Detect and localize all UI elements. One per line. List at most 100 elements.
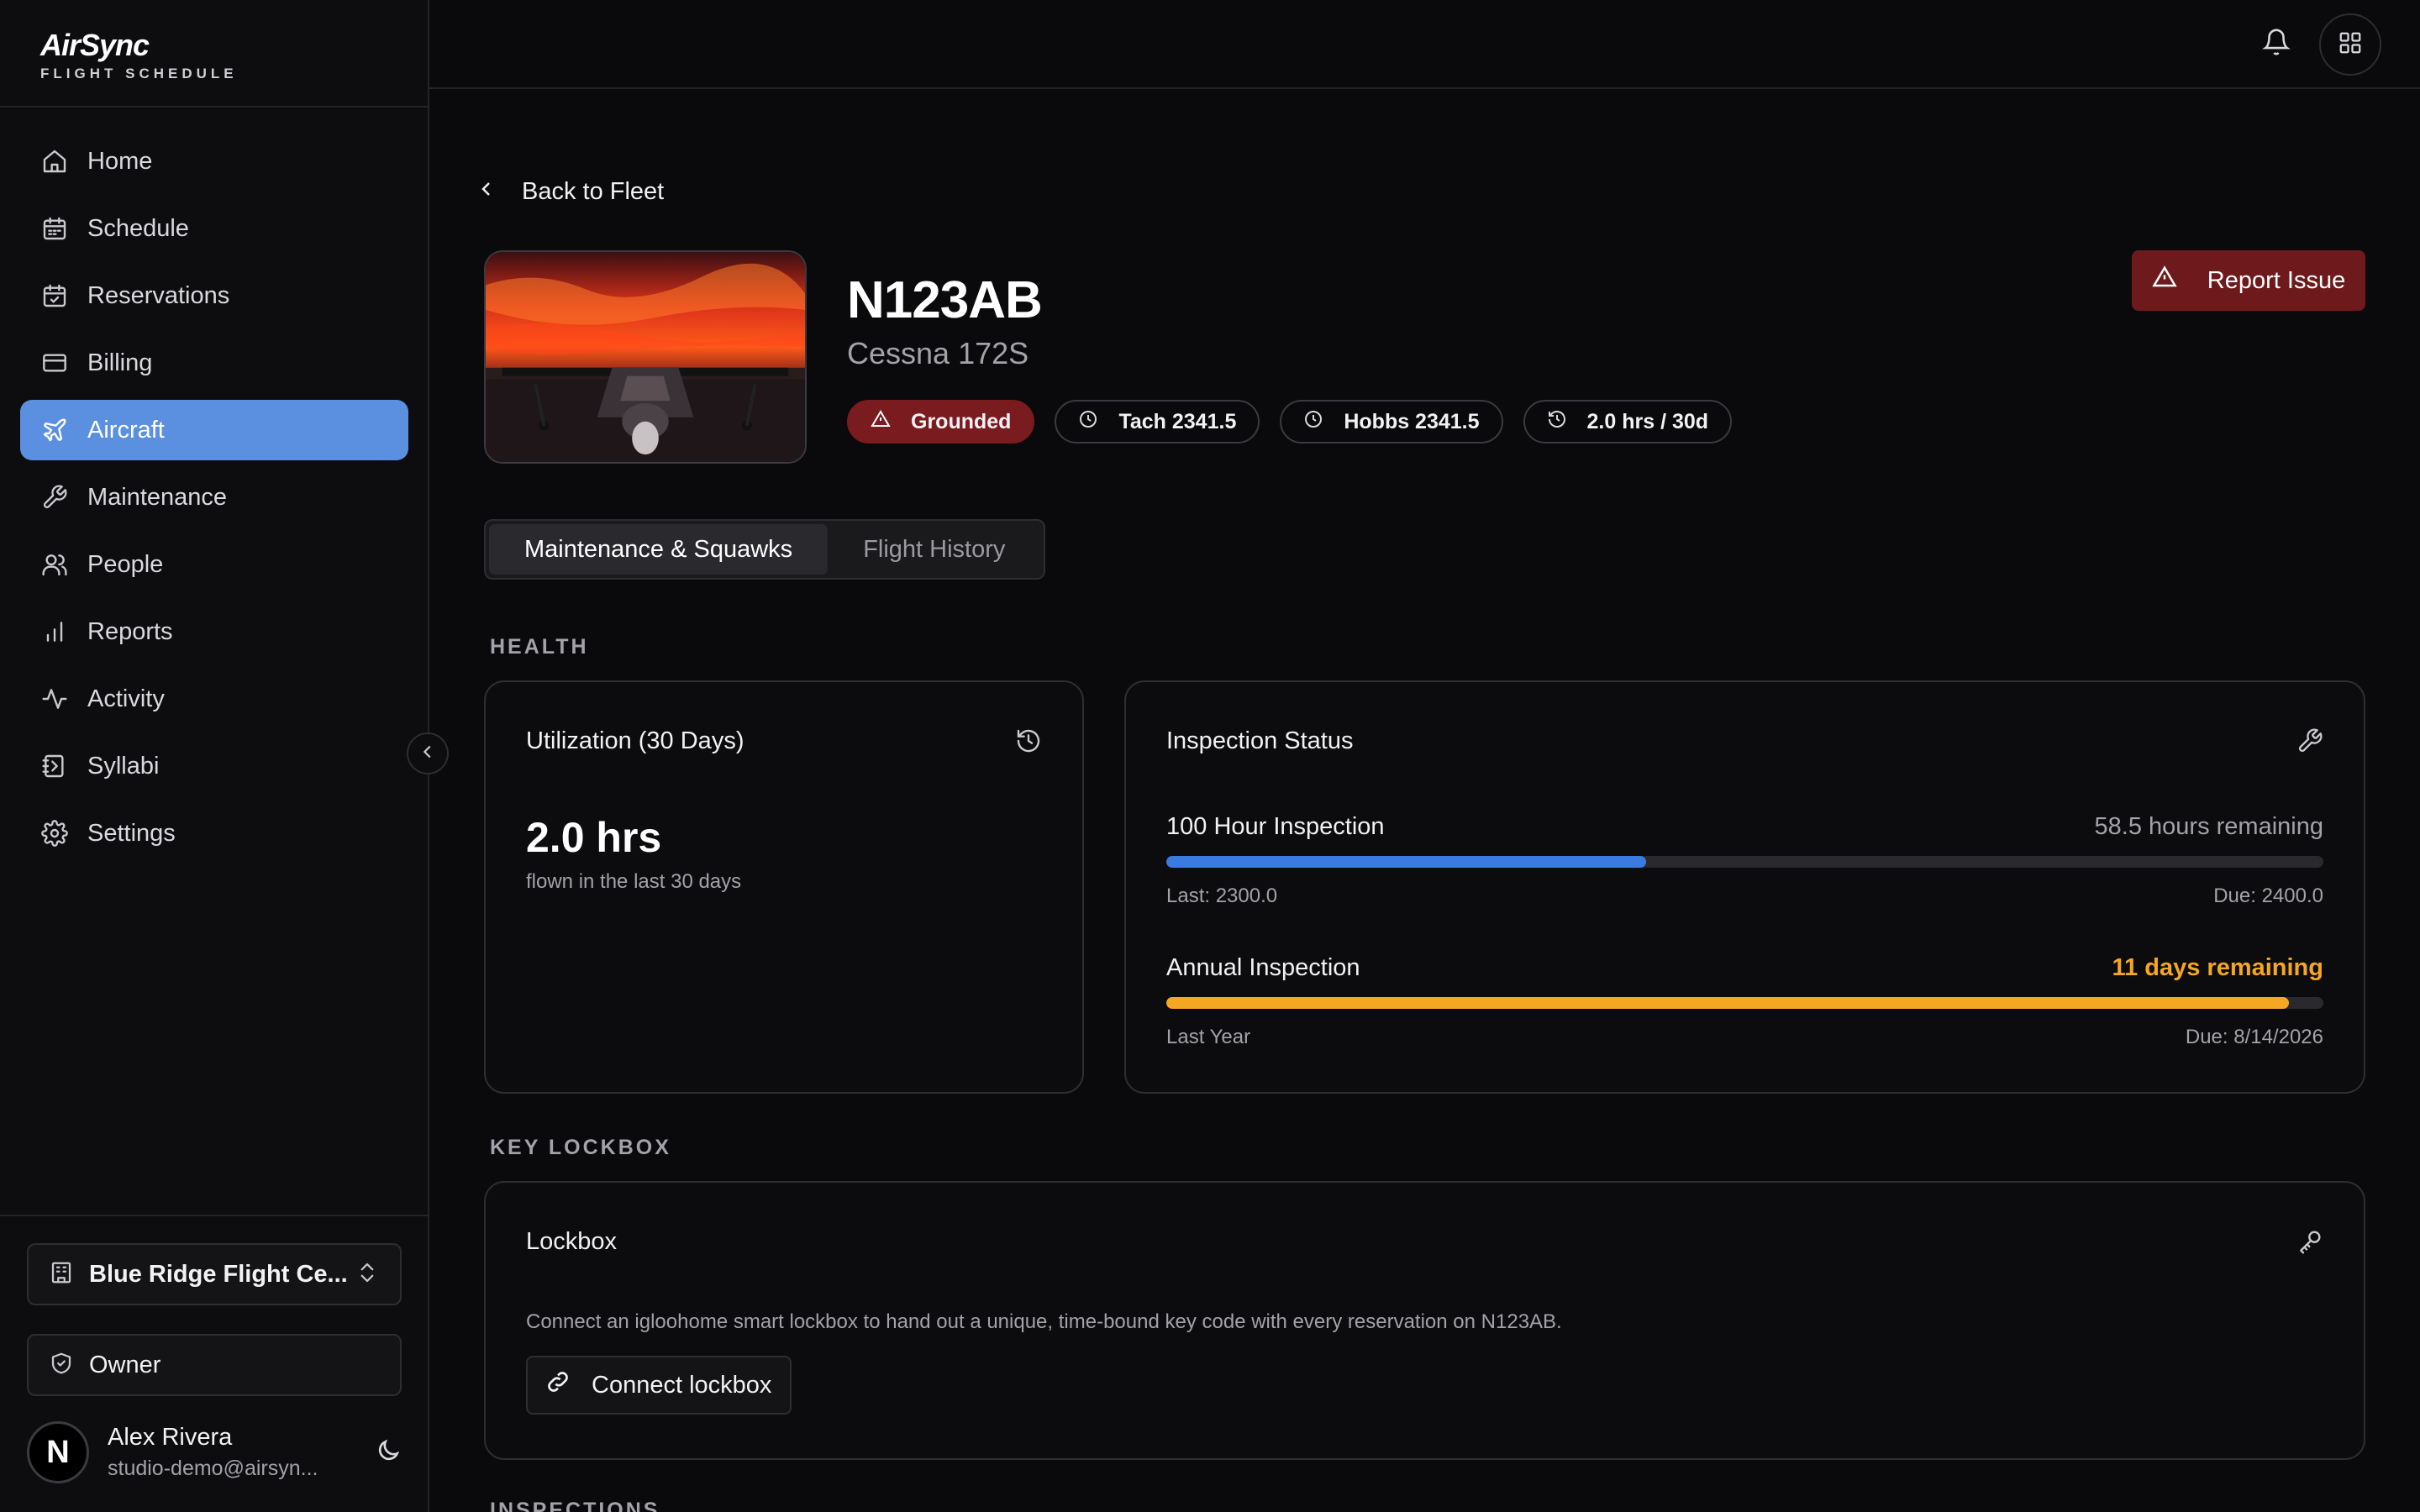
- sidebar: AirSync FLIGHT SCHEDULE Home Schedule Re…: [0, 0, 429, 1512]
- sidebar-divider: [0, 106, 428, 108]
- role-label: Owner: [89, 1351, 161, 1378]
- detail-tabs: Maintenance & Squawks Flight History: [484, 519, 1046, 580]
- notifications-button[interactable]: [2260, 27, 2293, 60]
- sidebar-item-label: Reports: [87, 617, 173, 645]
- aircraft-model: Cessna 172S: [847, 336, 1029, 370]
- report-issue-button[interactable]: Report Issue: [2132, 250, 2365, 311]
- calendar-check-icon: [40, 281, 69, 310]
- main-content: Back to Fleet N123AB Cessna 172S Grounde…: [429, 0, 2420, 1512]
- organization-name: Blue Ridge Flight Ce...: [89, 1260, 348, 1288]
- connect-lockbox-label: Connect lockbox: [592, 1371, 772, 1399]
- sidebar-bottom-divider: [0, 1215, 428, 1216]
- sidebar-item-label: Reservations: [87, 281, 230, 309]
- moon-icon[interactable]: [375, 1437, 402, 1468]
- grid-icon: [2338, 30, 2363, 60]
- sidebar-item-label: Maintenance: [87, 483, 228, 511]
- badge-label: Hobbs 2341.5: [1344, 409, 1480, 433]
- organization-switcher[interactable]: Blue Ridge Flight Ce...: [27, 1243, 402, 1305]
- inspection-progress-fill: [1166, 997, 2289, 1009]
- inspection-name: 100 Hour Inspection: [1166, 813, 1385, 840]
- sidebar-item-label: Billing: [87, 349, 153, 376]
- clock-icon: [1078, 409, 1118, 435]
- inspection-row-100-hour: 100 Hour Inspection 58.5 hours remaining…: [1166, 813, 2323, 908]
- section-lockbox-label: KEY LOCKBOX: [490, 1136, 671, 1159]
- utilization-title: Utilization (30 Days): [526, 727, 744, 754]
- user-profile[interactable]: N Alex Rivera studio-demo@airsyn...: [27, 1416, 402, 1488]
- sidebar-item-home[interactable]: Home: [20, 131, 408, 192]
- inspection-remaining: 11 days remaining: [2112, 954, 2323, 981]
- activity-icon: [40, 685, 69, 713]
- sidebar-item-people[interactable]: People: [20, 534, 408, 595]
- sidebar-item-activity[interactable]: Activity: [20, 669, 408, 729]
- sidebar-item-syllabi[interactable]: Syllabi: [20, 736, 408, 796]
- gear-icon: [40, 819, 69, 848]
- brand-logo[interactable]: AirSync FLIGHT SCHEDULE: [40, 30, 238, 82]
- home-icon: [40, 147, 69, 176]
- notebook-icon: [40, 752, 69, 780]
- badge-label: Tach 2341.5: [1118, 409, 1237, 433]
- key-icon: [2296, 1228, 2323, 1255]
- status-badge-grounded: Grounded: [847, 400, 1035, 444]
- alert-triangle-icon: [2152, 265, 2207, 297]
- inspection-status-title: Inspection Status: [1166, 727, 1354, 754]
- bell-icon: [2262, 28, 2291, 60]
- link-icon: [544, 1368, 592, 1402]
- app-grid-button[interactable]: [2319, 13, 2381, 76]
- sidebar-item-label: Schedule: [87, 214, 189, 242]
- inspection-progress-bar: [1166, 997, 2323, 1009]
- users-icon: [40, 550, 69, 579]
- plane-icon: [40, 416, 69, 444]
- sidebar-item-label: Home: [87, 147, 153, 175]
- inspection-due: Due: 8/14/2026: [2185, 1026, 2323, 1048]
- sidebar-item-billing[interactable]: Billing: [20, 333, 408, 393]
- chevron-left-icon: [418, 743, 437, 765]
- calendar-icon: [40, 214, 69, 243]
- tab-flight-history[interactable]: Flight History: [828, 524, 1040, 575]
- aircraft-tail-number: N123AB: [847, 271, 1043, 329]
- lockbox-title: Lockbox: [526, 1228, 618, 1255]
- brand-subtitle: FLIGHT SCHEDULE: [40, 66, 238, 81]
- sidebar-item-maintenance[interactable]: Maintenance: [20, 467, 408, 528]
- credit-card-icon: [40, 349, 69, 377]
- sidebar-item-reservations[interactable]: Reservations: [20, 265, 408, 326]
- sidebar-collapse-button[interactable]: [407, 732, 449, 774]
- report-issue-label: Report Issue: [2207, 266, 2346, 294]
- badge-label: Grounded: [911, 409, 1012, 433]
- history-icon: [1547, 409, 1587, 435]
- tab-maintenance-squawks[interactable]: Maintenance & Squawks: [489, 524, 829, 575]
- utilization-card: Utilization (30 Days) 2.0 hrs flown in t…: [484, 680, 1084, 1094]
- sidebar-item-label: Syllabi: [87, 752, 160, 780]
- wrench-icon: [40, 483, 69, 512]
- sidebar-item-settings[interactable]: Settings: [20, 803, 408, 864]
- inspection-last: Last: 2300.0: [1166, 885, 1278, 907]
- building-icon: [49, 1260, 74, 1289]
- sidebar-item-schedule[interactable]: Schedule: [20, 198, 408, 259]
- sidebar-item-reports[interactable]: Reports: [20, 601, 408, 662]
- utilization-badge: 2.0 hrs / 30d: [1523, 400, 1733, 444]
- badge-label: 2.0 hrs / 30d: [1586, 409, 1709, 433]
- clock-icon: [1303, 409, 1344, 435]
- inspection-status-card: Inspection Status 100 Hour Inspection 58…: [1124, 680, 2365, 1094]
- back-link-label: Back to Fleet: [522, 178, 665, 205]
- chevron-left-icon: [476, 178, 522, 206]
- sidebar-item-label: Settings: [87, 819, 176, 847]
- hobbs-badge: Hobbs 2341.5: [1280, 400, 1503, 444]
- section-inspections-label: INSPECTIONS: [490, 1499, 660, 1512]
- history-icon: [1015, 727, 1042, 754]
- connect-lockbox-button[interactable]: Connect lockbox: [526, 1356, 792, 1415]
- back-to-fleet-link[interactable]: Back to Fleet: [476, 178, 664, 206]
- sidebar-item-label: Aircraft: [87, 416, 165, 444]
- wrench-icon: [2296, 727, 2323, 754]
- aircraft-photo: [484, 250, 807, 464]
- user-email: studio-demo@airsyn...: [108, 1457, 318, 1480]
- inspection-progress-fill: [1166, 856, 1647, 868]
- role-selector[interactable]: Owner: [27, 1334, 402, 1396]
- shield-check-icon: [49, 1351, 74, 1380]
- sidebar-nav: Home Schedule Reservations Billing Aircr…: [20, 131, 408, 870]
- utilization-caption: flown in the last 30 days: [526, 870, 742, 893]
- sidebar-item-aircraft[interactable]: Aircraft: [20, 400, 408, 460]
- avatar[interactable]: N: [27, 1421, 89, 1483]
- section-health-label: HEALTH: [490, 635, 589, 659]
- sidebar-item-label: People: [87, 550, 164, 578]
- inspection-row-annual: Annual Inspection 11 days remaining Last…: [1166, 954, 2323, 1049]
